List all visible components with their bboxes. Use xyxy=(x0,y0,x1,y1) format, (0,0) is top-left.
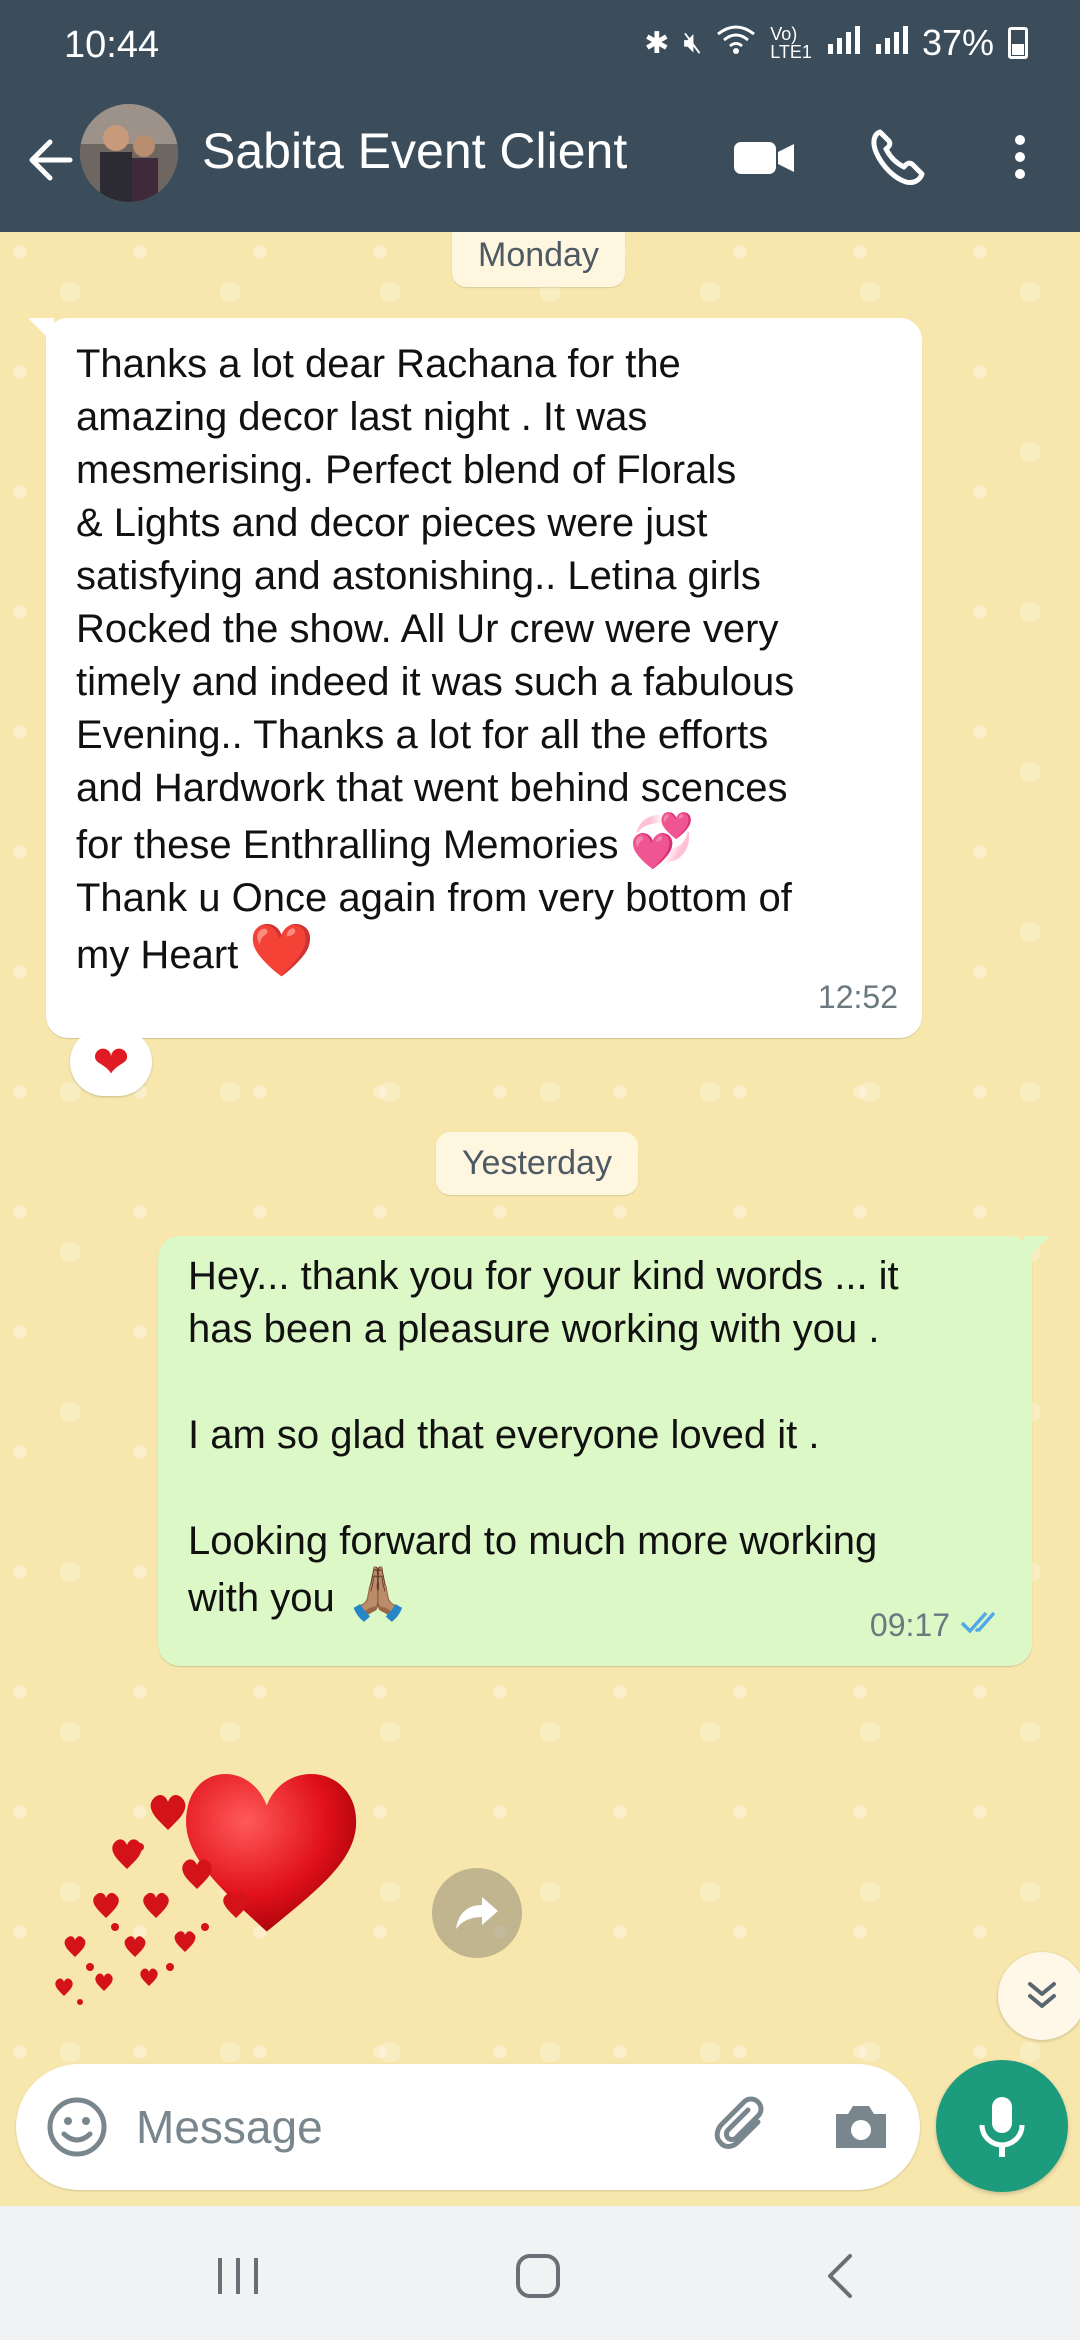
message-input[interactable] xyxy=(136,2094,696,2160)
date-chip-yesterday: Yesterday xyxy=(436,1132,638,1195)
date-chip-monday: Monday xyxy=(452,232,625,287)
status-icons: ✱ 🔇︎ Vo) LTE1 37% xyxy=(644,22,1028,64)
status-bar: 10:44 ✱ 🔇︎ Vo) LTE1 37% xyxy=(0,0,1080,100)
red-heart-emoji: ❤️ xyxy=(249,922,315,980)
system-nav-bar xyxy=(0,2206,1080,2340)
back-arrow-icon[interactable] xyxy=(22,130,82,190)
chat-header: Sabita Event Client xyxy=(0,100,1080,232)
mute-icon: 🔇︎ xyxy=(683,26,703,59)
emoji-icon[interactable] xyxy=(42,2092,112,2162)
forward-icon[interactable] xyxy=(432,1868,522,1958)
wifi-icon xyxy=(716,24,756,62)
bluetooth-icon: ✱ xyxy=(644,26,670,60)
chat-area[interactable]: Monday Thanks a lot dear Rachana for the… xyxy=(0,232,1080,2062)
outgoing-message[interactable]: Hey... thank you for your kind words ...… xyxy=(158,1236,1050,1666)
reaction-heart-icon: ❤ xyxy=(92,1037,130,1087)
signal-icon xyxy=(826,24,860,62)
folded-hands-emoji: 🙏🏽 xyxy=(345,1565,411,1623)
heart-sticker[interactable] xyxy=(40,1712,420,2012)
home-icon[interactable] xyxy=(508,2246,568,2306)
outgoing-time: 09:17 xyxy=(869,1607,950,1643)
back-nav-icon[interactable] xyxy=(812,2246,872,2306)
incoming-meta: 12:52 xyxy=(818,971,898,1024)
read-ticks-icon xyxy=(960,1599,1008,1652)
battery-percent: 37% xyxy=(921,22,994,63)
signal-icon xyxy=(874,24,908,62)
more-options-icon[interactable] xyxy=(1000,122,1040,192)
volte-icon: Vo) LTE1 xyxy=(770,24,812,62)
mic-icon xyxy=(979,2097,1025,2157)
incoming-text-2: Thank u Once again from very bottom of m… xyxy=(76,876,792,977)
camera-icon[interactable] xyxy=(826,2092,896,2162)
video-call-icon[interactable] xyxy=(730,122,800,192)
status-time: 10:44 xyxy=(64,24,160,66)
heart-reaction[interactable]: ❤ xyxy=(70,1028,152,1096)
incoming-time: 12:52 xyxy=(817,979,898,1015)
sparkling-hearts-emoji: 💞 xyxy=(629,812,695,870)
battery-icon xyxy=(1008,27,1028,59)
message-composer xyxy=(16,2064,920,2190)
outgoing-message-text: Hey... thank you for your kind words ...… xyxy=(188,1250,1006,1625)
attachment-icon[interactable] xyxy=(706,2092,778,2164)
incoming-text-main: Thanks a lot dear Rachana for the amazin… xyxy=(76,342,795,867)
incoming-message-text: Thanks a lot dear Rachana for the amazin… xyxy=(76,338,896,982)
outgoing-text: Hey... thank you for your kind words ...… xyxy=(188,1254,899,1620)
contact-name[interactable]: Sabita Event Client xyxy=(202,122,627,180)
scroll-to-bottom-icon[interactable] xyxy=(998,1952,1080,2040)
phone-call-icon[interactable] xyxy=(862,122,932,192)
mic-button[interactable] xyxy=(936,2060,1068,2192)
avatar[interactable] xyxy=(80,104,178,202)
outgoing-meta: 09:17 xyxy=(870,1599,1008,1652)
recent-apps-icon[interactable] xyxy=(208,2246,268,2306)
incoming-message[interactable]: Thanks a lot dear Rachana for the amazin… xyxy=(28,318,922,1038)
